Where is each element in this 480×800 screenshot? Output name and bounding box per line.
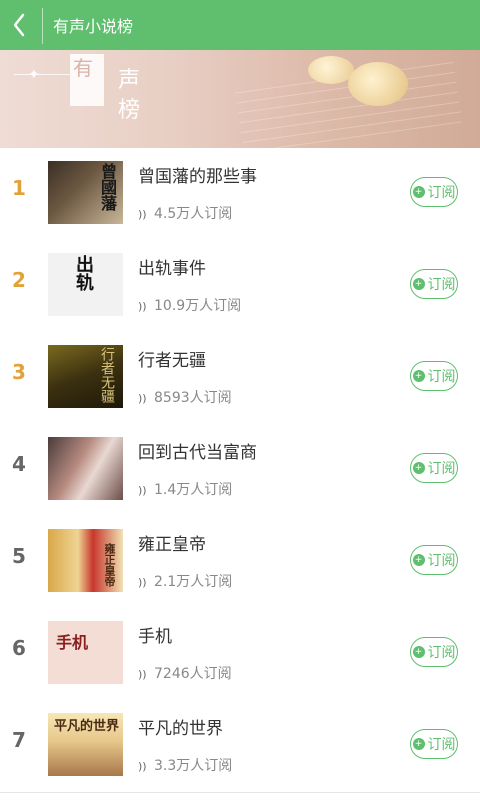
book-title: 回到古代当富商 — [138, 443, 257, 463]
subscriber-count: )) 1.4万人订阅 — [138, 479, 232, 499]
rank-number: 4 — [12, 452, 26, 476]
book-cover: 手机 — [48, 621, 123, 684]
list-item[interactable]: 7 平凡的世界 平凡的世界)) 3.3万人订阅 + 订阅 — [0, 700, 480, 793]
cover-title: 出轨 — [73, 255, 94, 291]
subscriber-text: 2.1万人订阅 — [154, 574, 233, 590]
top-app-bar: 有声小说榜 — [0, 0, 480, 50]
chevron-left-icon — [13, 13, 25, 37]
list-item[interactable]: 3 行者无疆 行者无疆)) 8593人订阅 + 订阅 — [0, 332, 480, 425]
rss-icon: )) — [138, 484, 147, 497]
subscribe-button[interactable]: + 订阅 — [410, 269, 458, 299]
subscriber-count: )) 8593人订阅 — [138, 387, 232, 407]
book-cover: 雍正皇帝 — [48, 529, 123, 592]
ranking-banner: ✦ 有 声 榜 — [0, 50, 480, 148]
subscribe-icon: + — [412, 646, 425, 658]
rank-number: 1 — [12, 176, 26, 200]
book-title: 雍正皇帝 — [138, 535, 206, 555]
list-item[interactable]: 1 曾國藩 曾国藩的那些事)) 4.5万人订阅 + 订阅 — [0, 148, 480, 241]
rank-number: 6 — [12, 636, 26, 660]
subscriber-text: 1.4万人订阅 — [154, 482, 233, 498]
banner-line — [14, 74, 74, 75]
book-title: 平凡的世界 — [138, 719, 223, 739]
book-title: 出轨事件 — [138, 259, 206, 279]
book-cover: 平凡的世界 — [48, 713, 123, 776]
rss-icon: )) — [138, 392, 147, 405]
subscriber-count: )) 3.3万人订阅 — [138, 755, 232, 775]
book-title: 行者无疆 — [138, 351, 206, 371]
subscriber-text: 3.3万人订阅 — [154, 758, 233, 774]
subscribe-label: 订阅 — [427, 553, 456, 569]
book-cover: 曾國藩 — [48, 161, 123, 224]
subscribe-label: 订阅 — [427, 645, 456, 661]
rss-icon: )) — [138, 760, 147, 773]
subscriber-text: 10.9万人订阅 — [154, 298, 242, 314]
earphone-image — [308, 56, 354, 84]
subscriber-count: )) 10.9万人订阅 — [138, 295, 241, 315]
subscriber-count: )) 2.1万人订阅 — [138, 571, 232, 591]
sparkle-icon: ✦ — [28, 67, 40, 83]
banner-char-1: 声 — [118, 68, 141, 93]
rank-number: 2 — [12, 268, 26, 292]
subscriber-text: 8593人订阅 — [154, 390, 232, 406]
book-cover: 行者无疆 — [48, 345, 123, 408]
cover-title: 行者无疆 — [99, 347, 115, 403]
rss-icon: )) — [138, 300, 147, 313]
book-cover: 出轨 — [48, 253, 123, 316]
list-item[interactable]: 5 雍正皇帝 雍正皇帝)) 2.1万人订阅 + 订阅 — [0, 516, 480, 609]
header-divider — [42, 8, 43, 44]
rank-number: 7 — [12, 728, 26, 752]
subscribe-icon: + — [412, 738, 425, 750]
subscribe-icon: + — [412, 554, 425, 566]
subscribe-button[interactable]: + 订阅 — [410, 177, 458, 207]
cover-title: 平凡的世界 — [54, 719, 120, 734]
book-title: 手机 — [138, 627, 172, 647]
subscribe-icon: + — [412, 186, 425, 198]
subscribe-icon: + — [412, 462, 425, 474]
cover-title: 雍正皇帝 — [103, 543, 116, 587]
subscriber-count: )) 4.5万人订阅 — [138, 203, 232, 223]
subscribe-label: 订阅 — [427, 277, 456, 293]
page-title: 有声小说榜 — [53, 17, 134, 36]
list-item[interactable]: 2 出轨 出轨事件)) 10.9万人订阅 + 订阅 — [0, 240, 480, 333]
subscribe-label: 订阅 — [427, 461, 456, 477]
list-item[interactable]: 6 手机 手机)) 7246人订阅 + 订阅 — [0, 608, 480, 701]
subscribe-button[interactable]: + 订阅 — [410, 545, 458, 575]
cover-title: 手机 — [56, 633, 89, 652]
subscribe-label: 订阅 — [427, 737, 456, 753]
rss-icon: )) — [138, 576, 147, 589]
book-cover — [48, 437, 123, 500]
back-button[interactable] — [0, 0, 42, 50]
rank-number: 5 — [12, 544, 26, 568]
subscriber-text: 7246人订阅 — [154, 666, 232, 682]
subscribe-button[interactable]: + 订阅 — [410, 361, 458, 391]
subscribe-label: 订阅 — [427, 369, 456, 385]
subscribe-label: 订阅 — [427, 185, 456, 201]
banner-char-2: 榜 — [118, 98, 141, 123]
earphone-image — [348, 62, 408, 106]
list-item[interactable]: 4 回到古代当富商)) 1.4万人订阅 + 订阅 — [0, 424, 480, 517]
subscribe-button[interactable]: + 订阅 — [410, 637, 458, 667]
subscribe-icon: + — [412, 278, 425, 290]
rss-icon: )) — [138, 668, 147, 681]
subscriber-text: 4.5万人订阅 — [154, 206, 233, 222]
subscriber-count: )) 7246人订阅 — [138, 663, 232, 683]
book-title: 曾国藩的那些事 — [138, 167, 257, 187]
cover-title: 曾國藩 — [98, 163, 117, 211]
subscribe-button[interactable]: + 订阅 — [410, 729, 458, 759]
subscribe-button[interactable]: + 订阅 — [410, 453, 458, 483]
banner-char-main: 有 — [73, 56, 93, 80]
rank-number: 3 — [12, 360, 26, 384]
rss-icon: )) — [138, 208, 147, 221]
subscribe-icon: + — [412, 370, 425, 382]
